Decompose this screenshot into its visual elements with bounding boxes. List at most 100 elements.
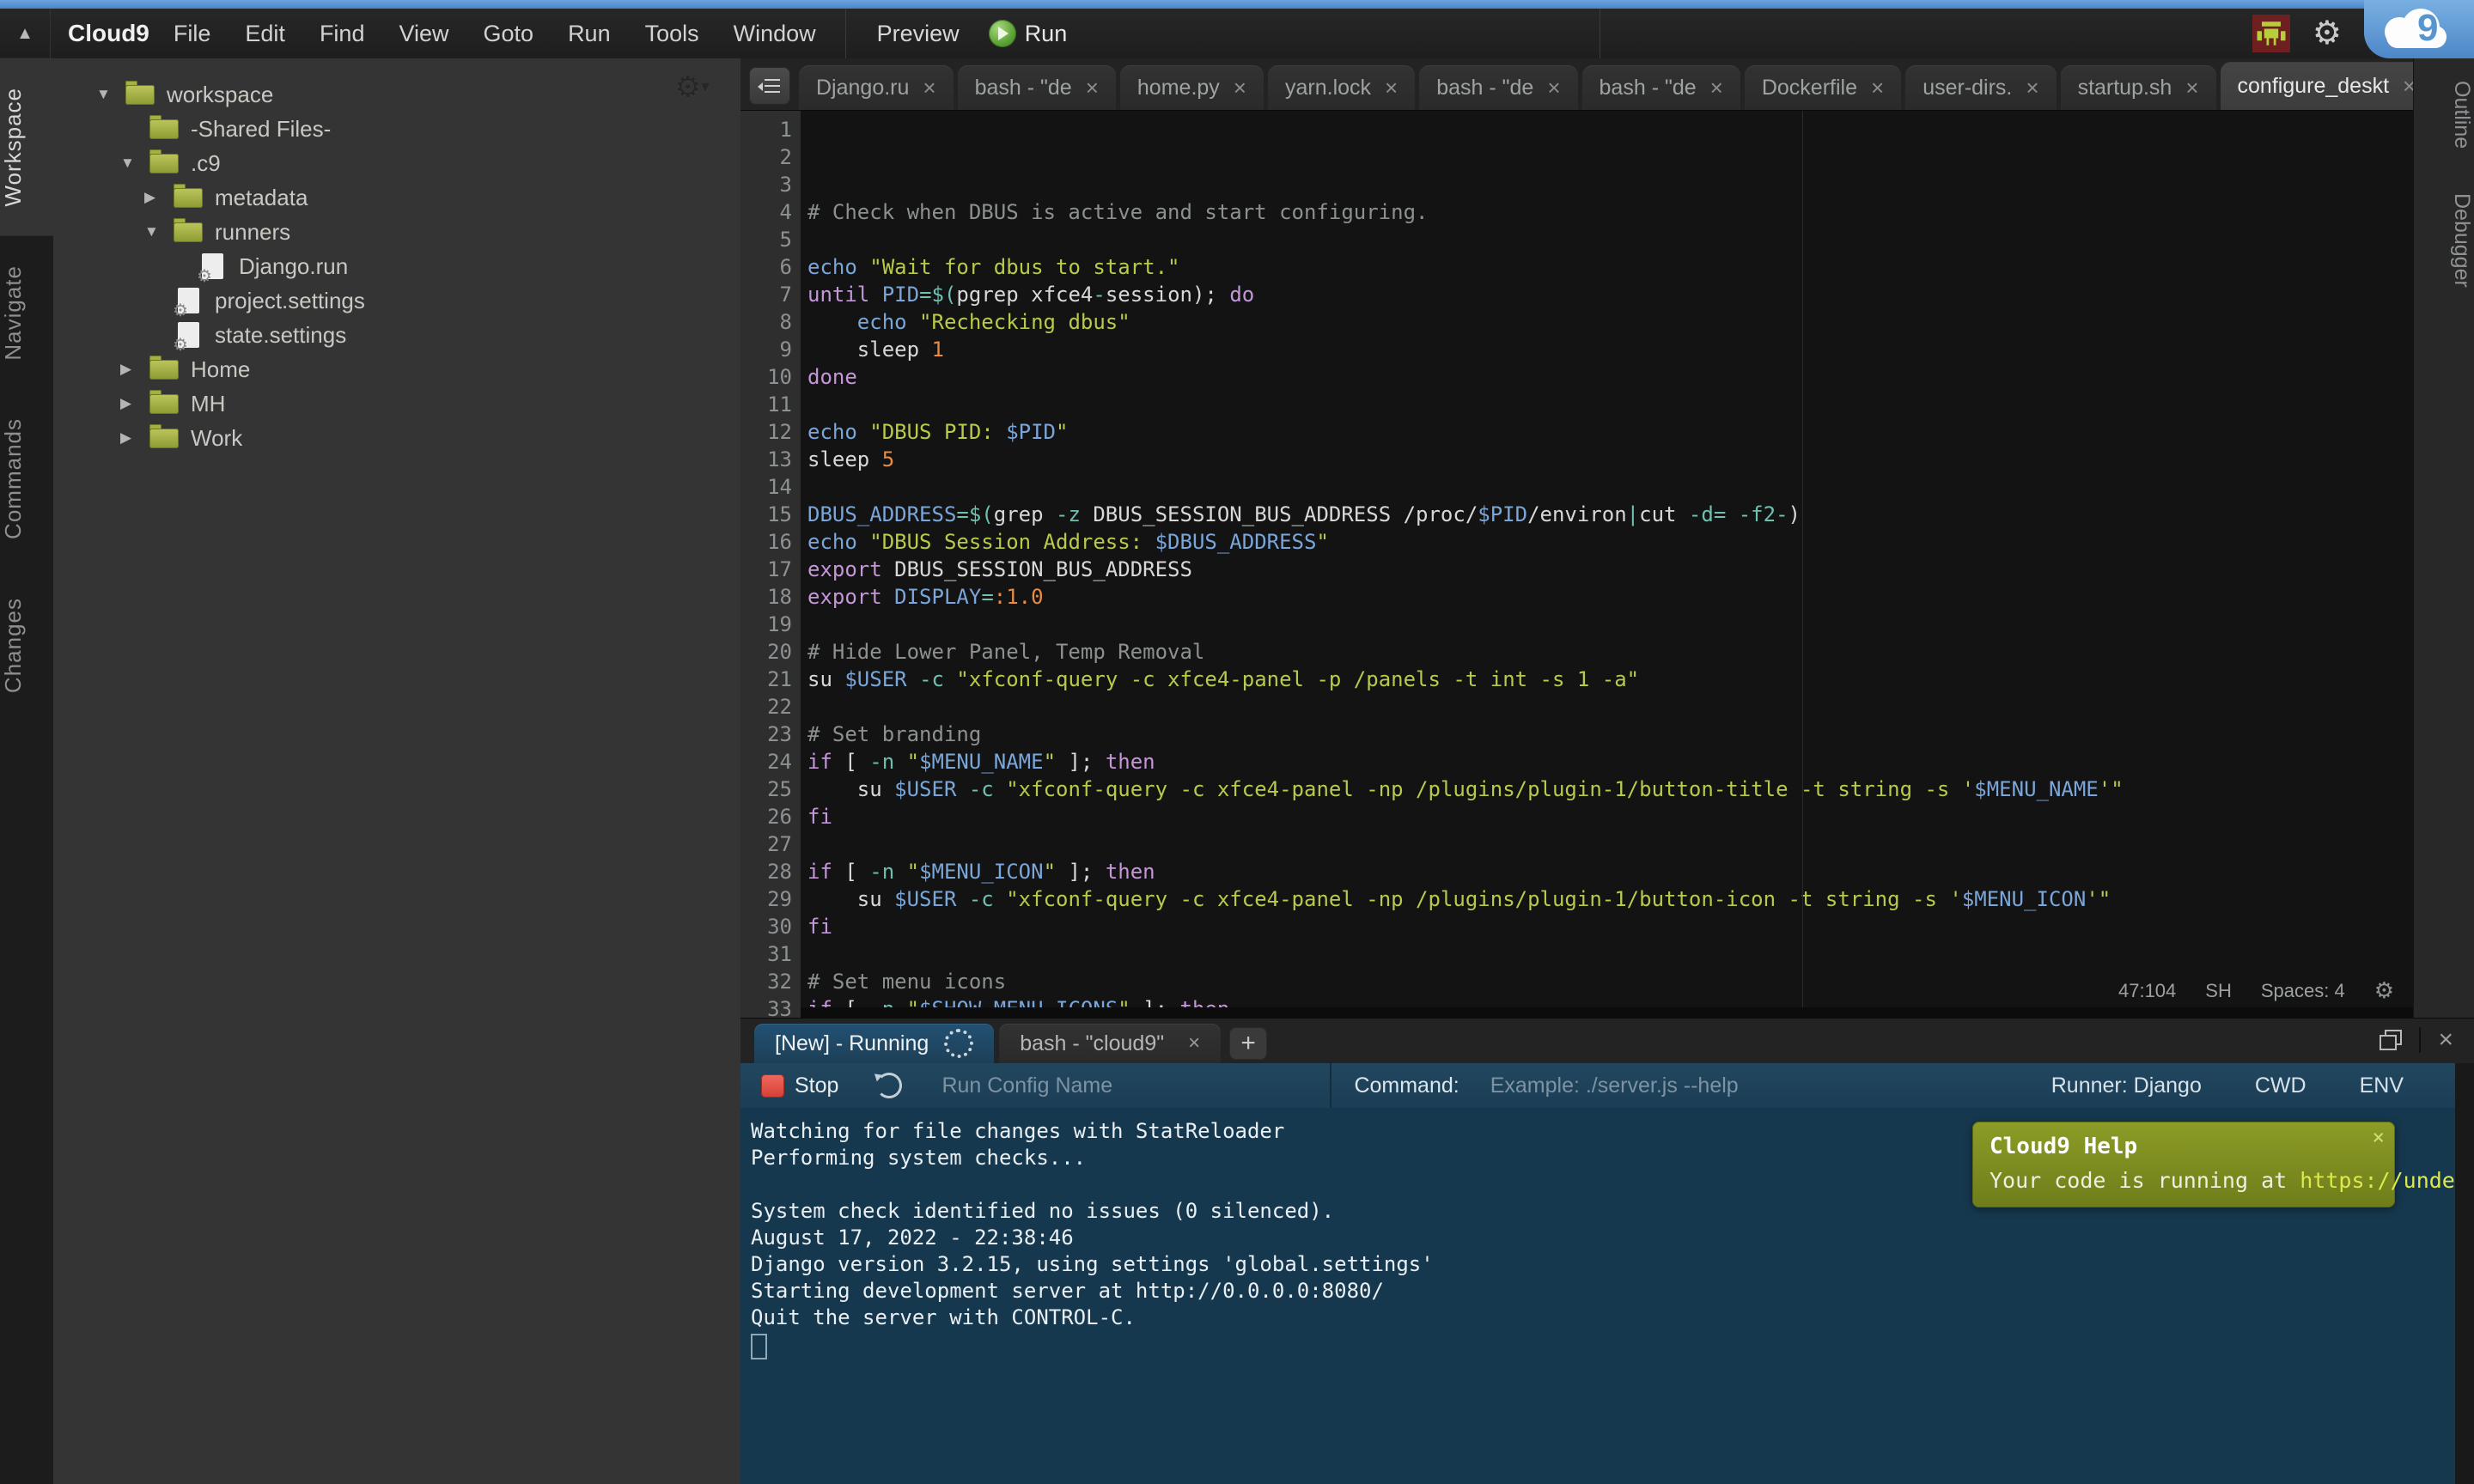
terminal-output[interactable]: Watching for file changes with StatReloa… bbox=[740, 1108, 2455, 1484]
cloud9-ide-window: ▲ Cloud9 File Edit Find View Goto Run Tools Win… bbox=[0, 0, 2474, 1484]
code-token: " bbox=[907, 750, 919, 774]
tree-item-state-settings[interactable]: ⚙state.settings bbox=[53, 318, 740, 352]
tree-item-shared-files[interactable]: -Shared Files- bbox=[53, 112, 740, 146]
settings-gear-icon[interactable]: ⚙ bbox=[2313, 17, 2342, 50]
preview-button[interactable]: Preview bbox=[877, 21, 960, 47]
code-line: su $USER -c "xfconf-query -c xfce4-panel… bbox=[807, 775, 2413, 803]
sidebar-tab-debugger[interactable]: Debugger bbox=[2414, 171, 2474, 310]
menu-find[interactable]: Find bbox=[320, 21, 365, 47]
popup-close-icon[interactable]: × bbox=[2373, 1127, 2385, 1147]
close-icon[interactable]: × bbox=[1871, 75, 1884, 101]
tree-expand-arrow-icon[interactable]: ▶ bbox=[120, 429, 149, 447]
sidebar-tab-workspace[interactable]: Workspace bbox=[0, 58, 53, 236]
code-token bbox=[956, 777, 968, 801]
sidebar-tab-outline[interactable]: Outline bbox=[2414, 58, 2474, 171]
menu-cloud9[interactable]: Cloud9 bbox=[68, 20, 149, 47]
menu-view[interactable]: View bbox=[399, 21, 448, 47]
code-token: sleep bbox=[807, 447, 882, 471]
maximize-panel-icon[interactable] bbox=[2380, 1030, 2402, 1050]
print-margin-line bbox=[1802, 111, 1803, 1007]
close-icon[interactable]: × bbox=[1086, 75, 1099, 101]
popup-link[interactable]: https://undefined bbox=[2300, 1168, 2455, 1193]
editor-settings-gear-icon[interactable]: ⚙ bbox=[2374, 977, 2394, 1004]
run-config-name-input[interactable] bbox=[940, 1073, 1227, 1099]
tree-expand-arrow-icon[interactable]: ▶ bbox=[144, 189, 174, 206]
run-button[interactable]: Run bbox=[989, 20, 1068, 47]
sidebar-tab-commands[interactable]: Commands bbox=[0, 389, 53, 569]
console-tab-new-running[interactable]: [New] - Running bbox=[754, 1024, 994, 1063]
close-icon[interactable]: × bbox=[1234, 75, 1246, 101]
menu-tools[interactable]: Tools bbox=[645, 21, 699, 47]
file-tree: ▼workspace-Shared Files-▼.c9▶metadata▼ru… bbox=[53, 77, 740, 455]
code-token: echo bbox=[807, 530, 857, 554]
editor-tab-bash-de[interactable]: bash - "de× bbox=[1419, 65, 1577, 110]
tree-item-runners[interactable]: ▼runners bbox=[53, 215, 740, 249]
top-accent-strip bbox=[0, 0, 2474, 9]
editor-tab-bash-de[interactable]: bash - "de× bbox=[958, 65, 1116, 110]
file-tree-panel: ⚙▾ ▼workspace-Shared Files-▼.c9▶metadata… bbox=[53, 58, 741, 1484]
editor-tab-configure-deskt[interactable]: configure_deskt× bbox=[2221, 62, 2434, 110]
code-token: $PID bbox=[1006, 420, 1056, 444]
toolbar-divider bbox=[1330, 1063, 1331, 1108]
menu-goto[interactable]: Goto bbox=[484, 21, 534, 47]
tree-collapse-arrow-icon[interactable]: ▼ bbox=[120, 155, 149, 172]
tree-item-workspace[interactable]: ▼workspace bbox=[53, 77, 740, 112]
terminal-line: Starting development server at http://0.… bbox=[751, 1278, 2455, 1305]
sidebar-tab-navigate[interactable]: Navigate bbox=[0, 236, 53, 390]
editor-tab-label: bash - "de bbox=[1600, 76, 1697, 100]
tree-item-django-run[interactable]: ⚙Django.run bbox=[53, 249, 740, 283]
close-icon[interactable]: × bbox=[1188, 1031, 1200, 1055]
close-icon[interactable]: × bbox=[2185, 75, 2198, 101]
runner-selector[interactable]: Runner: Django bbox=[2051, 1073, 2202, 1098]
close-icon[interactable]: × bbox=[1385, 75, 1398, 101]
close-icon[interactable]: × bbox=[1710, 75, 1723, 101]
tree-collapse-arrow-icon[interactable]: ▼ bbox=[144, 223, 174, 240]
close-panel-icon[interactable]: × bbox=[2438, 1027, 2453, 1053]
syntax-mode[interactable]: SH bbox=[2205, 980, 2232, 1002]
cloud9-logo[interactable]: 9 bbox=[2380, 9, 2459, 50]
stop-icon[interactable] bbox=[761, 1074, 784, 1098]
close-icon[interactable]: × bbox=[923, 75, 935, 101]
collapse-menu-button[interactable]: ▲ bbox=[0, 9, 51, 58]
code-token: "DBUS Session Address: bbox=[869, 530, 1155, 554]
code-token: $MENU_NAME bbox=[919, 750, 1044, 774]
horizontal-scrollbar[interactable] bbox=[801, 1007, 2413, 1018]
sidebar-tab-changes[interactable]: Changes bbox=[0, 569, 53, 722]
close-icon[interactable]: × bbox=[1547, 75, 1560, 101]
editor-tab-user-dirs[interactable]: user-dirs.× bbox=[1905, 65, 2056, 110]
code-editor[interactable]: 1234567891011121314151617181920212223242… bbox=[740, 111, 2413, 1018]
menu-edit[interactable]: Edit bbox=[245, 21, 285, 47]
tree-item-home[interactable]: ▶Home bbox=[53, 352, 740, 386]
command-input[interactable] bbox=[1489, 1073, 1939, 1099]
menu-window[interactable]: Window bbox=[734, 21, 816, 47]
popup-body: Your code is running at https://undefine… bbox=[1990, 1167, 2378, 1194]
tree-expand-arrow-icon[interactable]: ▶ bbox=[120, 361, 149, 378]
tree-item-project-settings[interactable]: ⚙project.settings bbox=[53, 283, 740, 318]
editor-tab-bash-de[interactable]: bash - "de × bbox=[1582, 65, 1740, 110]
code-token: " bbox=[1044, 750, 1056, 774]
indentation-setting[interactable]: Spaces: 4 bbox=[2261, 980, 2345, 1002]
editor-tab-startup-sh[interactable]: startup.sh× bbox=[2061, 65, 2216, 110]
editor-tab-yarn-lock[interactable]: yarn.lock× bbox=[1268, 65, 1415, 110]
editor-tab-dockerfile[interactable]: Dockerfile× bbox=[1745, 65, 1901, 110]
close-icon[interactable]: × bbox=[2026, 75, 2038, 101]
env-button[interactable]: ENV bbox=[2360, 1073, 2404, 1098]
bug-report-icon[interactable] bbox=[2252, 15, 2290, 52]
tree-item-c9[interactable]: ▼.c9 bbox=[53, 146, 740, 180]
tab-list-button[interactable] bbox=[749, 67, 790, 105]
menu-file[interactable]: File bbox=[174, 21, 211, 47]
cwd-button[interactable]: CWD bbox=[2255, 1073, 2306, 1098]
tree-collapse-arrow-icon[interactable]: ▼ bbox=[96, 86, 125, 103]
editor-tab-django-ru[interactable]: Django.ru× bbox=[799, 65, 954, 110]
restart-icon[interactable] bbox=[876, 1073, 902, 1098]
code-token: $MENU_NAME bbox=[1974, 777, 2099, 801]
editor-tab-home-py[interactable]: home.py× bbox=[1120, 65, 1264, 110]
new-console-tab-button[interactable]: + bbox=[1229, 1027, 1267, 1060]
tree-item-metadata[interactable]: ▶metadata bbox=[53, 180, 740, 215]
tree-expand-arrow-icon[interactable]: ▶ bbox=[120, 395, 149, 412]
tree-item-mh[interactable]: ▶MH bbox=[53, 386, 740, 421]
console-tab-bash-cloud9[interactable]: bash - "cloud9"× bbox=[999, 1024, 1221, 1063]
tree-item-work[interactable]: ▶Work bbox=[53, 421, 740, 455]
stop-button[interactable]: Stop bbox=[795, 1073, 838, 1098]
menu-run[interactable]: Run bbox=[568, 21, 611, 47]
